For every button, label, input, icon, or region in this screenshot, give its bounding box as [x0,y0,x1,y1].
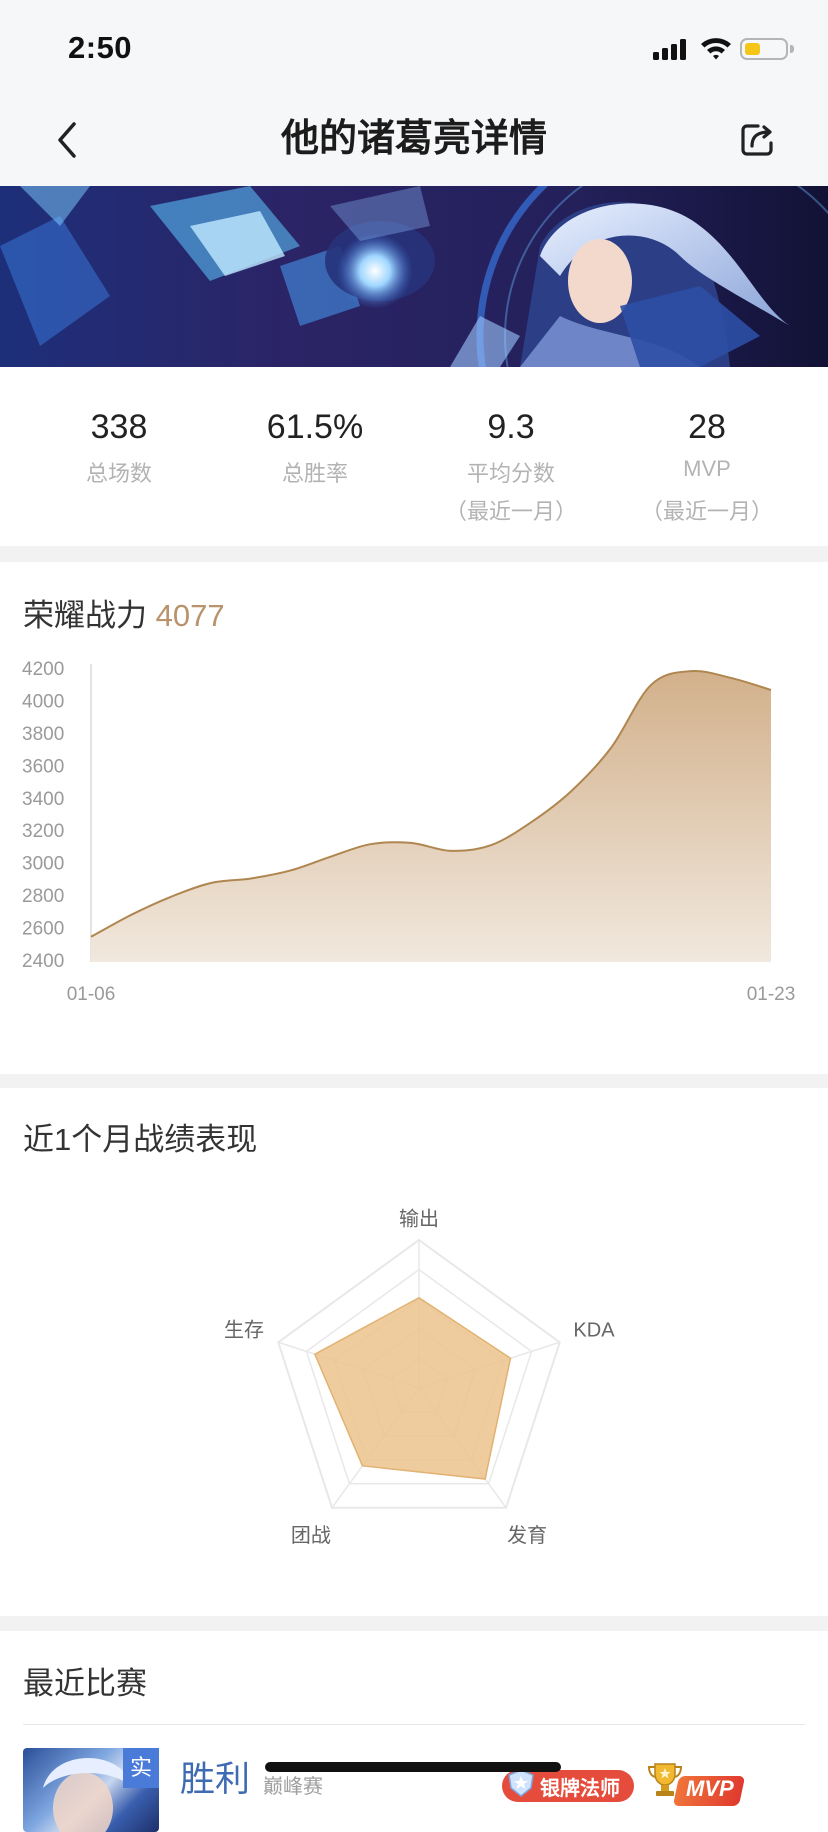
hero-banner [0,186,828,367]
y-tick-label: 3800 [22,724,64,745]
trophy-icon [647,1763,683,1796]
power-area-fill [91,670,771,962]
battery-tip [790,45,794,53]
power-value: 4077 [155,598,225,633]
share-icon[interactable] [736,119,778,161]
stat-label: 平均分数 [466,461,555,486]
y-tick-label: 4200 [22,659,64,680]
status-time: 2:50 [68,30,133,65]
section-divider [0,1074,828,1088]
stat-value: 338 [90,408,148,446]
power-title: 荣耀战力 4077 [23,590,225,635]
stat-value: 9.3 [487,408,535,446]
section-divider [0,546,828,562]
nav-bar: 他的诸葛亮详情 [0,92,828,186]
stat-sublabel: （最近一月） [444,499,577,524]
stat-label: 总胜率 [281,461,348,486]
stat-label: 总场数 [85,461,152,486]
stat-value: 28 [688,408,726,446]
radar-axis-label: 输出 [399,1207,439,1230]
stat-label: MVP [683,456,731,481]
stats-row: 338 总场数 61.5% 总胜率 9.3 平均分数 （最近一月） 28 MVP… [0,367,828,546]
performance-radar-chart: 输出 KDA 发育 团战 生存 [224,1207,615,1547]
y-tick-label: 3400 [22,789,64,810]
y-tick-label: 3000 [22,854,64,875]
stat-value: 61.5% [266,408,364,446]
status-bar: 2:50 [0,0,828,92]
star-shield-icon [508,1769,534,1797]
x-tick-label: 01-23 [747,984,796,1005]
y-tick-label: 3600 [22,756,64,777]
y-tick-label: 2800 [22,886,64,907]
signal-icon [653,38,689,60]
page-title: 他的诸葛亮详情 [280,118,547,160]
section-divider [0,1616,828,1631]
match-mode: 巅峰赛 [263,1776,323,1798]
performance-title: 近1个月战绩表现 [23,1122,258,1157]
y-tick-label: 3200 [22,821,64,842]
recent-matches-title: 最近比赛 [23,1666,147,1701]
y-tick-label: 2400 [22,951,64,972]
radar-value-area [313,1296,512,1480]
radar-axis-label: 发育 [507,1524,547,1547]
radar-axis-label: KDA [573,1319,615,1341]
battery-icon [740,38,788,60]
stat-sublabel: （最近一月） [640,499,773,524]
x-tick-label: 01-06 [67,984,116,1005]
power-title-label: 荣耀战力 [23,598,147,633]
radar-axis-label: 团战 [291,1524,331,1547]
home-indicator[interactable] [265,1762,561,1772]
y-tick-label: 2600 [22,919,64,940]
power-chart: 4200 4000 3800 3600 3400 3200 3000 2800 2600 2400… [22,659,796,1005]
y-tick-label: 4000 [22,691,64,712]
battery-level [745,43,761,55]
match-result: 胜利 [180,1760,251,1799]
wifi-icon [701,38,731,60]
tag-mvp-label: MVP [686,1776,734,1801]
match-type-badge: 实 [123,1748,159,1788]
radar-axis-label: 生存 [224,1318,264,1341]
tag-silver-mage-label: 银牌法师 [540,1778,620,1800]
recent-divider [23,1724,805,1725]
